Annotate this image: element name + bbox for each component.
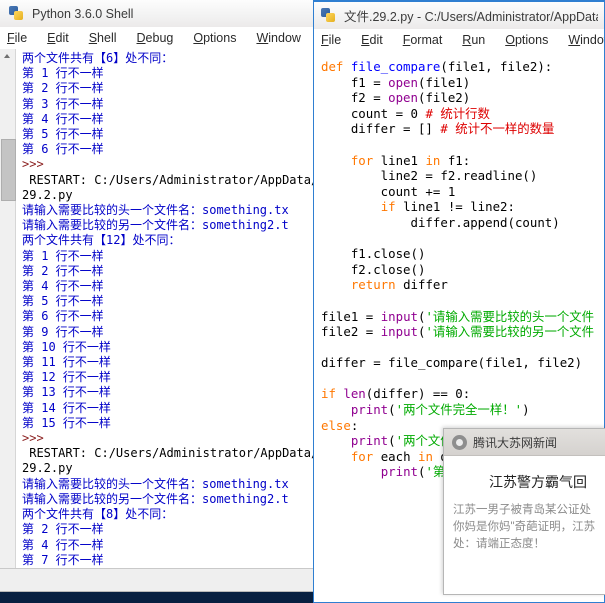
notification-header: 腾讯大苏网新闻: [444, 429, 605, 456]
code-line: print('两个文件完全一样！'): [350, 402, 530, 418]
shell-body: 两个文件共有【6】处不同：第 1 行不一样第 2 行不一样第 3 行不一样第 4…: [0, 49, 329, 591]
code-line: count = 0 # 统计行数: [321, 105, 490, 121]
shell-output-line: 请输入需要比较的头一个文件名：something.tx: [22, 203, 289, 218]
editor-menu-item-options[interactable]: Options: [505, 33, 548, 47]
shell-output-line: 请输入需要比较的另一个文件名：something2.t: [22, 491, 289, 506]
shell-output-line: 第 4 行不一样: [22, 279, 104, 294]
code-line: if line1 != line2:: [380, 199, 515, 215]
shell-output-line: 第 2 行不一样: [22, 522, 104, 537]
notification-source: 腾讯大苏网新闻: [473, 435, 558, 450]
editor-menu-item-edit[interactable]: Edit: [361, 33, 383, 47]
editor-titlebar[interactable]: 文件.29.2.py - C:/Users/Administrator/AppD…: [314, 2, 604, 29]
news-notification-popup[interactable]: 腾讯大苏网新闻 江苏警方霸气回 江苏一男子被青岛某公证处 你妈是你妈"奇葩证明，江…: [443, 428, 605, 595]
shell-output-line: 第 1 行不一样: [22, 248, 104, 263]
code-line: file1 = input('请输入需要比较的头一个文件: [321, 308, 595, 324]
shell-output-line: 请输入需要比较的另一个文件名：something2.t: [22, 218, 289, 233]
python-shell-window[interactable]: Python 3.6.0 Shell File Edit Shell Debug Opt…: [0, 0, 330, 592]
editor-menubar[interactable]: FileEditFormatRunOptionsWindowH: [314, 29, 604, 51]
tencent-news-logo-icon: [452, 434, 467, 450]
python-logo-icon: [321, 7, 337, 24]
shell-output-line: 第 11 行不一样: [22, 355, 111, 370]
code-line: for line1 in f1:: [350, 152, 471, 168]
shell-output-line: 第 2 行不一样: [22, 81, 104, 96]
code-line: f2.close(): [321, 261, 426, 277]
shell-output-line: 29.2.py: [22, 187, 73, 202]
notification-body: 江苏一男子被青岛某公证处 你妈是你妈"奇葩证明，江苏 处：请端正态度！: [444, 502, 605, 553]
notification-body-line: 处：请端正态度！: [453, 538, 545, 550]
shell-title: Python 3.6.0 Shell: [32, 6, 134, 21]
shell-output-line: 第 10 行不一样: [22, 339, 111, 354]
python-logo-icon: [9, 5, 25, 22]
shell-menu-item-shell[interactable]: Shell: [89, 31, 117, 45]
shell-statusbar: [0, 568, 329, 591]
editor-menu-item-window[interactable]: Window: [568, 33, 604, 47]
code-line: file2 = input('请输入需要比较的另一个文件: [321, 324, 595, 340]
shell-output-line: 第 2 行不一样: [22, 263, 104, 278]
code-line: line2 = f2.readline(): [321, 168, 538, 184]
shell-output-line: 第 5 行不一样: [22, 294, 104, 309]
code-line: f2 = open(file2): [321, 90, 471, 106]
shell-output-line: RESTART: C:/Users/Administrator/AppData/…: [22, 446, 326, 461]
shell-output-line: 请输入需要比较的头一个文件名：something.tx: [22, 476, 289, 491]
code-line: count += 1: [321, 183, 456, 199]
shell-output-line: 第 15 行不一样: [22, 415, 111, 430]
shell-menubar[interactable]: FileEditShellDebugOptionsWindowH: [0, 27, 329, 49]
shell-vertical-scrollbar[interactable]: [0, 49, 16, 591]
notification-body-line: 江苏一男子被青岛某公证处: [453, 504, 591, 516]
editor-menu-item-format[interactable]: Format: [403, 33, 443, 47]
shell-output-line: 第 1 行不一样: [22, 66, 104, 81]
editor-menu-item-file[interactable]: File: [321, 33, 341, 47]
shell-menu-item-debug[interactable]: Debug: [137, 31, 174, 45]
shell-menu-item-options[interactable]: Options: [193, 31, 236, 45]
code-line: def file_compare(file1, file2):: [321, 59, 553, 74]
code-line: return differ: [350, 277, 448, 293]
shell-output-line: 第 6 行不一样: [22, 309, 104, 324]
shell-output-line: 第 7 行不一样: [22, 552, 104, 567]
code-line: differ = [] # 统计不一样的数量: [321, 121, 555, 137]
shell-output-line: 第 5 行不一样: [22, 127, 104, 142]
shell-output-line: 第 6 行不一样: [22, 142, 104, 157]
shell-output-line: 第 12 行不一样: [22, 370, 111, 385]
shell-output-line: 第 14 行不一样: [22, 400, 111, 415]
shell-menu-item-edit[interactable]: Edit: [47, 31, 69, 45]
shell-output-line: RESTART: C:/Users/Administrator/AppData/…: [22, 172, 326, 187]
notification-body-line: 你妈是你妈"奇葩证明，江苏: [453, 521, 596, 533]
shell-output-line: 第 13 行不一样: [22, 385, 111, 400]
shell-output-area[interactable]: 两个文件共有【6】处不同：第 1 行不一样第 2 行不一样第 3 行不一样第 4…: [16, 49, 329, 591]
code-line: if len(differ) == 0:: [321, 386, 471, 402]
shell-output-line: 29.2.py: [22, 461, 73, 476]
shell-output-line: 第 4 行不一样: [22, 111, 104, 126]
shell-output-line: 第 3 行不一样: [22, 96, 104, 111]
scroll-up-arrow-icon[interactable]: [0, 49, 15, 63]
scrollbar-thumb[interactable]: [1, 139, 16, 201]
shell-output-line: 第 9 行不一样: [22, 324, 104, 339]
shell-menu-item-window[interactable]: Window: [256, 31, 300, 45]
shell-output-line: 两个文件共有【8】处不同：: [22, 507, 174, 522]
editor-title: 文件.29.2.py - C:/Users/Administrator/AppD…: [344, 10, 598, 24]
code-line: f1 = open(file1): [321, 74, 471, 90]
shell-output-line: >>>: [22, 431, 44, 446]
editor-menu-item-run[interactable]: Run: [462, 33, 485, 47]
shell-menu-item-file[interactable]: File: [7, 31, 27, 45]
shell-output-line: 第 4 行不一样: [22, 537, 104, 552]
shell-titlebar[interactable]: Python 3.6.0 Shell: [0, 0, 329, 27]
shell-output-line: 两个文件共有【12】处不同：: [22, 233, 181, 248]
shell-output-line: >>>: [22, 157, 44, 172]
shell-output-line: 两个文件共有【6】处不同：: [22, 51, 174, 65]
notification-headline[interactable]: 江苏警方霸气回: [444, 472, 605, 492]
code-line: differ = file_compare(file1, file2): [321, 355, 583, 371]
code-line: differ.append(count): [321, 214, 560, 230]
code-line: f1.close(): [321, 246, 426, 262]
